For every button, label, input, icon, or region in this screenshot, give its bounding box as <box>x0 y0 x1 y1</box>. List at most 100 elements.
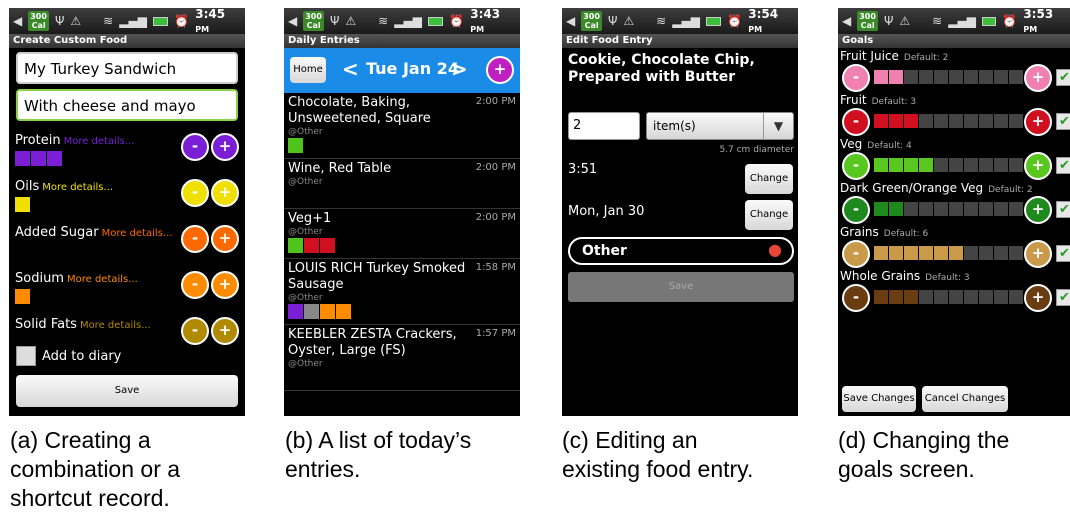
increment-button[interactable]: + <box>211 317 239 345</box>
increment-button[interactable]: + <box>1024 64 1052 92</box>
goal-box-filled <box>904 246 918 260</box>
serving-box <box>288 238 303 253</box>
entry-location: @Other <box>288 127 323 137</box>
increment-button[interactable]: + <box>211 225 239 253</box>
caption-a: (a) Creating a combination or a shortcut… <box>10 426 180 513</box>
wifi-icon: ≋ <box>378 14 389 28</box>
unit-select[interactable]: item(s) ▼ <box>646 112 794 140</box>
location-selector[interactable]: Other ● <box>568 237 794 265</box>
increment-button[interactable]: + <box>211 179 239 207</box>
save-button[interactable]: Save <box>568 272 794 302</box>
decrement-button[interactable]: - <box>842 196 870 224</box>
home-button[interactable]: Home <box>290 57 326 83</box>
add-to-diary-checkbox[interactable] <box>16 346 36 366</box>
entry-item[interactable]: KEEBLER ZESTA Crackers, Oyster, Large (F… <box>284 325 520 391</box>
alarm-icon: ⏰ <box>449 14 465 28</box>
more-details-link[interactable]: More details... <box>80 320 151 331</box>
goal-enabled-checkbox[interactable]: ✔ <box>1056 113 1070 130</box>
increment-button[interactable]: + <box>1024 152 1052 180</box>
goal-box-filled <box>889 290 903 304</box>
calorie-badge: 300 Cal <box>581 11 602 31</box>
back-arrow-icon: ◀ <box>566 14 576 28</box>
decrement-button[interactable]: - <box>842 284 870 312</box>
cancel-changes-button[interactable]: Cancel Changes <box>922 386 1008 412</box>
decrement-button[interactable]: - <box>181 225 209 253</box>
decrement-button[interactable]: - <box>842 240 870 268</box>
change-date-button[interactable]: Change <box>745 200 793 230</box>
goal-box-filled <box>919 246 933 260</box>
clock: 3:45 PM <box>195 8 226 34</box>
current-date: Tue Jan 24 <box>366 59 459 78</box>
goal-enabled-checkbox[interactable]: ✔ <box>1056 157 1070 174</box>
goal-box-empty <box>964 246 978 260</box>
goal-name: Dark Green/Orange Veg <box>840 181 984 195</box>
goal-label: Fruit Juice Default: 2 <box>838 48 1070 64</box>
entry-item[interactable]: Chocolate, Baking, Unsweetened, Square 2:… <box>284 93 520 159</box>
change-time-button[interactable]: Change <box>745 164 793 194</box>
entry-item[interactable]: Veg+1 2:00 PM @Other <box>284 209 520 259</box>
decrement-button[interactable]: - <box>842 64 870 92</box>
quantity-input[interactable]: 2 <box>568 112 640 140</box>
increment-button[interactable]: + <box>211 271 239 299</box>
goal-box-filled <box>904 158 918 172</box>
goal-enabled-checkbox[interactable]: ✔ <box>1056 289 1070 306</box>
goal-default: Default: 3 <box>925 273 970 283</box>
goal-enabled-checkbox[interactable]: ✔ <box>1056 69 1070 86</box>
increment-button[interactable]: + <box>1024 196 1052 224</box>
entry-item[interactable]: Wine, Red Table 2:00 PM @Other <box>284 159 520 209</box>
goal-box-empty <box>994 70 1008 84</box>
more-details-link[interactable]: More details... <box>67 274 138 285</box>
previous-day-arrow[interactable]: < <box>342 57 359 81</box>
decrement-button[interactable]: - <box>181 179 209 207</box>
entry-time: 3:51 <box>568 162 598 177</box>
food-group-list: Protein More details... - + Oils More details… <box>9 125 245 351</box>
screen-title: Goals <box>838 34 1070 48</box>
goal-label: Dark Green/Orange Veg Default: 2 <box>838 180 1070 196</box>
goal-box-empty <box>979 70 993 84</box>
increment-button[interactable]: + <box>211 133 239 161</box>
decrement-button[interactable]: - <box>181 133 209 161</box>
wifi-icon: ≋ <box>932 14 943 28</box>
goal-box-filled <box>874 202 888 216</box>
warning-icon: ⚠ <box>623 14 635 28</box>
save-changes-button[interactable]: Save Changes <box>842 386 916 412</box>
alarm-icon: ⏰ <box>174 14 190 28</box>
more-details-link[interactable]: More details... <box>42 182 113 193</box>
increment-button[interactable]: + <box>1024 284 1052 312</box>
more-details-link[interactable]: More details... <box>64 136 135 147</box>
decrement-button[interactable]: - <box>181 317 209 345</box>
more-details-link[interactable]: More details... <box>102 228 173 239</box>
increment-button[interactable]: + <box>1024 108 1052 136</box>
location-label: Other <box>582 243 627 259</box>
goal-box-filled <box>889 70 903 84</box>
serving-box <box>304 238 319 253</box>
goal-enabled-checkbox[interactable]: ✔ <box>1056 245 1070 262</box>
screen-title: Create Custom Food <box>9 34 245 48</box>
increment-button[interactable]: + <box>1024 240 1052 268</box>
goal-box-empty <box>949 158 963 172</box>
goal-box-filled <box>949 246 963 260</box>
signal-icon: ▂▄▆ <box>672 14 700 28</box>
goal-enabled-checkbox[interactable]: ✔ <box>1056 201 1070 218</box>
decrement-button[interactable]: - <box>842 108 870 136</box>
add-entry-button[interactable]: + <box>486 56 514 84</box>
goal-box-empty <box>964 290 978 304</box>
panel-edit-food-entry: ◀ 300 Cal Ψ ⚠ ≋ ▂▄▆ ⏰ 3:54 PM Edit Food E… <box>562 8 798 416</box>
goal-row: - + ✔ <box>838 152 1070 180</box>
map-pin-icon: ● <box>768 240 782 259</box>
food-name-input[interactable]: My Turkey Sandwich <box>16 52 238 84</box>
save-button[interactable]: Save <box>16 375 238 407</box>
goal-box-empty <box>1009 246 1023 260</box>
food-description-input[interactable]: With cheese and mayo <box>16 89 238 121</box>
goal-name: Grains <box>840 225 879 239</box>
warning-icon: ⚠ <box>70 14 82 28</box>
entry-item[interactable]: LOUIS RICH Turkey Smoked Sausage 1:58 PM @… <box>284 259 520 325</box>
goal-label: Grains Default: 6 <box>838 224 1070 240</box>
decrement-button[interactable]: - <box>842 152 870 180</box>
next-day-arrow[interactable]: > <box>451 57 468 81</box>
panel-create-custom-food: ◀ 300 Cal Ψ ⚠ ≋ ▂▄▆ ⏰ 3:45 PM Create Cust… <box>9 8 245 416</box>
decrement-button[interactable]: - <box>181 271 209 299</box>
entry-time: 2:00 PM <box>475 96 516 107</box>
goal-row: - + ✔ <box>838 196 1070 224</box>
entry-time: 1:58 PM <box>475 262 516 273</box>
